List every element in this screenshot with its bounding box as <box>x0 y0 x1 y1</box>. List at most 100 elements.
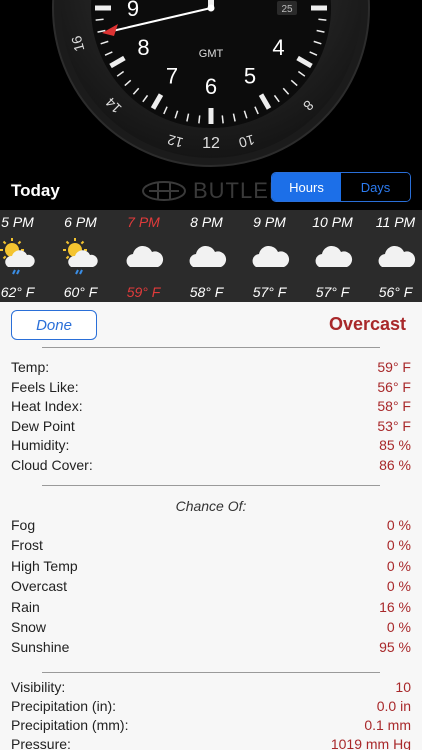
hour-numeral: 6 <box>205 74 217 99</box>
hour-time: 8 PM <box>190 214 223 230</box>
world-clock: 65847918161412108912 25 GMT <box>0 0 422 172</box>
chance-label: Frost <box>11 537 43 554</box>
chance-row: Overcast 0 % <box>11 578 411 598</box>
divider <box>42 347 380 348</box>
extra-row: Visibility: 10 <box>11 679 411 699</box>
condition-row: Cloud Cover: 86 % <box>11 457 411 477</box>
partly-cloudy-rain-icon <box>0 238 35 275</box>
condition-row: Temp: 59° F <box>11 359 411 379</box>
cloud-icon <box>315 245 353 267</box>
chance-of-heading: Chance Of: <box>175 498 247 514</box>
hour-column[interactable]: 5 PM 62° F <box>0 210 49 302</box>
condition-value: 58° F <box>377 398 411 415</box>
hour-column[interactable]: 11 PM 56° F <box>364 210 422 302</box>
chance-value: 0 % <box>386 517 411 533</box>
condition-label: Dew Point <box>11 417 75 434</box>
extra-label: Pressure: <box>11 736 71 750</box>
segment-hours[interactable]: Hours <box>272 173 341 201</box>
hour-temp: 56° F <box>378 284 413 300</box>
chance-label: Rain <box>11 598 40 615</box>
extra-label: Precipitation (mm): <box>11 717 129 733</box>
hour-column[interactable]: 10 PM 57° F <box>301 210 364 302</box>
cloud-icon <box>378 245 416 267</box>
header-bar: Today BUTLER Hours Days <box>0 172 422 210</box>
hourly-forecast-strip[interactable]: 5 PM 62° F 6 PM 60° F 7 PM 59° F 8 PM 58° F 9 PM… <box>0 210 422 302</box>
condition-value: 53° F <box>377 417 411 434</box>
condition-label: Cloud Cover: <box>11 457 93 473</box>
condition-value: 85 % <box>379 437 411 454</box>
hour-numeral: 7 <box>166 64 178 89</box>
divider <box>42 485 380 486</box>
butler-logo-icon <box>142 181 186 201</box>
condition-row: Heat Index: 58° F <box>11 398 411 418</box>
hour-time: 9 PM <box>253 214 286 230</box>
condition-label: Humidity: <box>11 437 70 454</box>
chance-value: 0 % <box>386 619 411 635</box>
clock-tick <box>95 18 104 21</box>
chance-value: 0 % <box>386 578 411 595</box>
condition-title: Overcast <box>328 314 406 334</box>
cloud-icon <box>252 245 290 267</box>
extra-row: Precipitation (in): 0.0 in <box>11 698 411 718</box>
hour-temp: 57° F <box>315 284 350 300</box>
chance-label: Overcast <box>11 578 68 595</box>
hour-time: 11 PM <box>375 214 416 230</box>
chance-value: 16 % <box>379 598 411 615</box>
chance-row: Snow 0 % <box>11 619 411 639</box>
view-segmented-control[interactable]: Hours Days <box>271 172 411 202</box>
date-text: 25 <box>281 4 293 15</box>
chance-value: 0 % <box>386 557 411 574</box>
extra-row: Precipitation (mm): 0.1 mm <box>11 717 411 737</box>
hour-temp: 57° F <box>252 284 287 300</box>
extra-label: Visibility: <box>11 679 66 695</box>
hour-numeral: 8 <box>137 35 149 60</box>
condition-label: Feels Like: <box>11 378 79 395</box>
hour-time: 10 PM <box>312 214 353 230</box>
segment-days[interactable]: Days <box>341 173 410 201</box>
hour-temp: 60° F <box>63 284 98 300</box>
hour-numeral: 5 <box>244 64 256 89</box>
extra-value: 1019 mm Hg <box>330 736 411 750</box>
chance-row: Rain 16 % <box>11 599 411 619</box>
extra-label: Precipitation (in): <box>11 698 117 714</box>
hour-numeral: 4 <box>272 35 284 60</box>
condition-row: Dew Point 53° F <box>11 418 411 438</box>
detail-panel: Done Overcast Temp: 59° F Feels Like: 56° F… <box>0 302 422 750</box>
partly-cloudy-rain-icon <box>63 238 98 275</box>
gmt-numeral: 12 <box>202 135 220 152</box>
hour-column[interactable]: 9 PM 57° F <box>238 210 301 302</box>
brand-watermark: BUTLER <box>141 178 286 204</box>
today-title: Today <box>11 181 60 200</box>
condition-value: 86 % <box>379 457 411 473</box>
extra-row: Pressure: 1019 mm Hg <box>11 736 411 750</box>
hour-temp: 59° F <box>126 284 161 300</box>
clock-tick <box>221 115 224 124</box>
done-button[interactable]: Done <box>11 310 97 340</box>
chance-row: Sunshine 95 % <box>11 639 411 659</box>
chance-label: Sunshine <box>11 639 70 656</box>
extra-value: 10 <box>395 679 411 695</box>
gmt-label: GMT <box>199 48 224 60</box>
hour-column[interactable]: 6 PM 60° F <box>49 210 112 302</box>
hour-time: 6 PM <box>64 214 97 230</box>
chance-row: High Temp 0 % <box>11 558 411 578</box>
clock-pivot <box>207 4 215 12</box>
chance-label: Snow <box>11 619 47 635</box>
hour-column[interactable]: 8 PM 58° F <box>175 210 238 302</box>
chance-row: Fog 0 % <box>11 517 411 537</box>
chance-label: High Temp <box>11 557 78 574</box>
hour-numeral: 9 <box>127 0 139 21</box>
condition-label: Temp: <box>11 359 50 375</box>
condition-value: 59° F <box>377 359 411 375</box>
clock-tick <box>198 115 201 124</box>
divider <box>42 672 380 673</box>
cloud-icon <box>189 245 227 267</box>
hour-temp: 62° F <box>0 284 35 300</box>
condition-row: Feels Like: 56° F <box>11 379 411 399</box>
clock-tick <box>318 18 327 21</box>
clock-face: 65847918161412108912 25 GMT <box>52 0 370 167</box>
hour-time: 5 PM <box>1 214 34 230</box>
hour-column[interactable]: 7 PM 59° F <box>112 210 175 302</box>
hour-time: 7 PM <box>127 214 160 230</box>
chance-value: 0 % <box>386 537 411 554</box>
